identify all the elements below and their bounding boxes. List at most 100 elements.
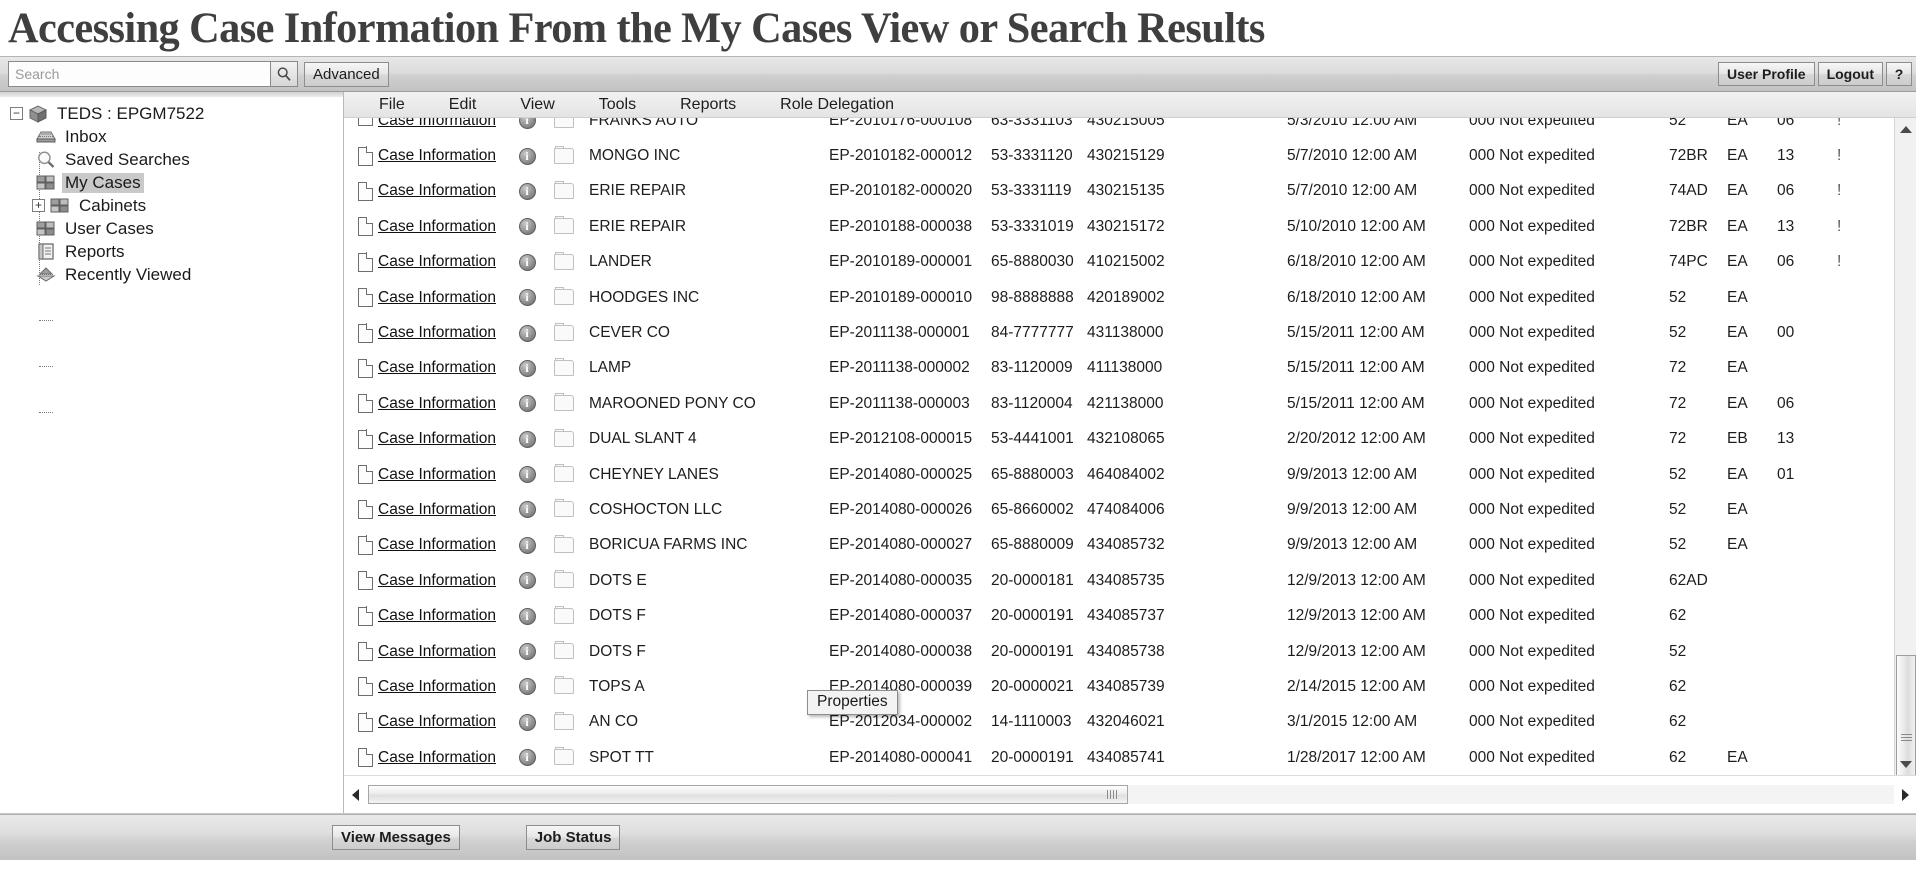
search-input[interactable] [8,61,270,87]
info-circle-icon[interactable]: i [513,430,541,448]
table-row[interactable]: Case Information i SPOT TT EP-2014080-00004… [344,740,1916,775]
tree-root-expander-icon[interactable]: − [10,107,23,120]
sidebar-item-cabinets[interactable]: + Cabinets [10,194,343,275]
info-circle-icon[interactable]: i [513,395,541,413]
sidebar-item-reports[interactable]: Reports [10,240,343,367]
search-icon[interactable] [270,61,298,87]
table-row[interactable]: Case Information i DOTS F EP-2014080-000037… [344,598,1916,633]
table-row[interactable]: Case Information i BORICUA FARMS INC EP-201… [344,528,1916,563]
info-circle-icon[interactable]: i [513,218,541,236]
info-circle-icon[interactable]: i [513,501,541,519]
case-information-link[interactable]: Case Information [378,218,513,236]
horizontal-scrollbar-thumb[interactable] [368,785,1128,804]
info-circle-icon[interactable]: i [513,607,541,625]
case-information-link[interactable]: Case Information [378,118,513,130]
help-button[interactable]: ? [1886,62,1912,86]
job-status-button[interactable]: Job Status [525,825,621,850]
table-row[interactable]: Case Information i LAMP EP-2011138-000002 83… [344,351,1916,386]
case-information-link[interactable]: Case Information [378,678,513,696]
table-row[interactable]: Case Information i LANDER EP-2010189-000001… [344,245,1916,280]
folder-icon[interactable] [541,534,589,554]
case-information-link[interactable]: Case Information [378,359,513,377]
menu-view[interactable]: View [509,96,565,114]
case-information-link[interactable]: Case Information [378,253,513,271]
case-information-link[interactable]: Case Information [378,501,513,519]
case-information-link[interactable]: Case Information [378,324,513,342]
table-row[interactable]: Case Information i TOPS A EP-2014080-000039… [344,669,1916,704]
menu-role-delegation[interactable]: Role Delegation [769,96,905,114]
folder-icon[interactable] [541,145,589,165]
case-information-link[interactable]: Case Information [378,607,513,625]
info-circle-icon[interactable]: i [513,359,541,377]
folder-icon[interactable] [541,322,589,342]
horizontal-scrollbar-track[interactable] [1128,785,1894,804]
tree-root-teds[interactable]: − TEDS : EPGM7522 [10,102,343,125]
table-row[interactable]: Case Information i ERIE REPAIR EP-2010188-0… [344,209,1916,244]
case-information-link[interactable]: Case Information [378,182,513,200]
info-circle-icon[interactable]: i [513,749,541,767]
scroll-left-arrow-icon[interactable] [344,784,366,806]
sidebar-item-recently-viewed[interactable]: Recently Viewed [10,263,343,413]
case-information-link[interactable]: Case Information [378,749,513,767]
sidebar-item-saved-searches[interactable]: Saved Searches [10,148,343,183]
table-row[interactable]: Case Information i CHEYNEY LANES EP-2014080… [344,457,1916,492]
menu-file[interactable]: File [368,96,416,114]
info-circle-icon[interactable]: i [513,643,541,661]
info-circle-icon[interactable]: i [513,147,541,165]
case-information-link[interactable]: Case Information [378,572,513,590]
table-row[interactable]: Case Information i FRANKS AUTO EP-2010176-0… [344,118,1916,138]
info-circle-icon[interactable]: i [513,182,541,200]
table-row[interactable]: Case Information i MONGO INC EP-2010182-000… [344,138,1916,173]
menu-edit[interactable]: Edit [438,96,488,114]
user-profile-button[interactable]: User Profile [1717,62,1815,86]
folder-icon[interactable] [541,118,589,129]
info-circle-icon[interactable]: i [513,324,541,342]
table-row[interactable]: Case Information i DOTS E EP-2014080-000035… [344,563,1916,598]
folder-icon[interactable] [541,499,589,518]
cabinets-expander-icon[interactable]: + [32,199,45,212]
case-information-link[interactable]: Case Information [378,430,513,448]
table-row[interactable]: Case Information i AN CO EP-2012034-000002 1… [344,705,1916,740]
folder-icon[interactable] [541,676,589,695]
case-information-link[interactable]: Case Information [378,713,513,731]
case-information-link[interactable]: Case Information [378,289,513,307]
folder-icon[interactable] [541,711,589,731]
logout-button[interactable]: Logout [1817,62,1883,86]
case-information-link[interactable]: Case Information [378,395,513,413]
folder-icon[interactable] [541,251,589,271]
scroll-down-arrow-icon[interactable] [1895,753,1916,775]
sidebar-item-user-cases[interactable]: User Cases [10,217,343,321]
info-circle-icon[interactable]: i [513,572,541,590]
info-circle-icon[interactable]: i [513,536,541,554]
folder-icon[interactable] [541,464,589,483]
table-row[interactable]: Case Information i ERIE REPAIR EP-2010182-0… [344,174,1916,209]
table-row[interactable]: Case Information i HOODGES INC EP-2010189-0… [344,280,1916,315]
info-circle-icon[interactable]: i [513,118,541,130]
table-row[interactable]: Case Information i CEVER CO EP-2011138-0000… [344,315,1916,350]
table-row[interactable]: Case Information i DUAL SLANT 4 EP-2012108-… [344,422,1916,457]
folder-icon[interactable] [541,393,589,412]
case-information-link[interactable]: Case Information [378,466,513,484]
case-information-link[interactable]: Case Information [378,536,513,554]
advanced-search-button[interactable]: Advanced [304,61,389,87]
folder-icon[interactable] [541,357,589,377]
info-circle-icon[interactable]: i [513,678,541,696]
folder-icon[interactable] [541,605,589,625]
info-circle-icon[interactable]: i [513,289,541,307]
menu-reports[interactable]: Reports [669,96,747,114]
menu-tools[interactable]: Tools [588,96,647,114]
view-messages-button[interactable]: View Messages [332,825,460,850]
folder-icon[interactable] [541,180,589,200]
folder-icon[interactable] [541,570,589,589]
scroll-up-arrow-icon[interactable] [1895,118,1916,140]
case-information-link[interactable]: Case Information [378,643,513,661]
vertical-scrollbar[interactable] [1894,118,1916,813]
folder-icon[interactable] [541,287,589,306]
sidebar-item-my-cases[interactable]: My Cases [10,171,343,229]
folder-icon[interactable] [541,428,589,448]
folder-icon[interactable] [541,216,589,235]
folder-icon[interactable] [541,641,589,660]
table-row[interactable]: Case Information i MAROONED PONY CO EP-2011… [344,386,1916,421]
folder-icon[interactable] [541,747,589,766]
case-information-link[interactable]: Case Information [378,147,513,165]
